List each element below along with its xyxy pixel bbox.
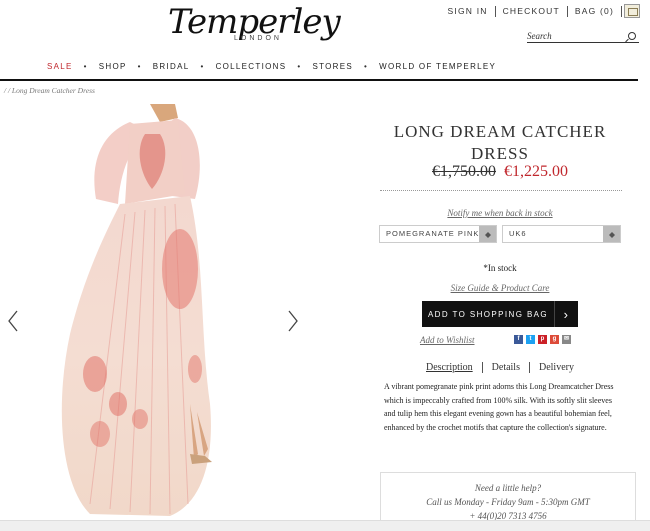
account-links: SIGN IN CHECKOUT BAG (0) (441, 4, 640, 18)
product-image[interactable] (0, 104, 320, 519)
nav-separator: • (137, 62, 142, 71)
select-arrows-icon[interactable] (603, 226, 620, 242)
prev-image-arrow[interactable] (8, 310, 18, 332)
pinterest-icon[interactable]: p (538, 335, 547, 344)
nav-item-stores[interactable]: STORES (312, 62, 353, 71)
color-select[interactable]: POMEGRANATE PINK (379, 225, 497, 243)
tab-delivery[interactable]: Delivery (528, 362, 583, 373)
sale-price: €1,225.00 (504, 163, 568, 180)
tab-details[interactable]: Details (481, 362, 529, 373)
stock-status: *In stock (483, 263, 517, 273)
nav-separator: • (83, 62, 88, 71)
select-arrows-icon[interactable] (479, 226, 496, 242)
sign-in-link[interactable]: SIGN IN (441, 5, 496, 17)
add-to-bag-button[interactable]: ADD TO SHOPPING BAG › (422, 301, 578, 327)
email-icon[interactable]: ✉ (562, 335, 571, 344)
add-to-bag-label: ADD TO SHOPPING BAG (427, 309, 549, 319)
color-select-value: POMEGRANATE PINK (386, 229, 480, 238)
size-guide-link[interactable]: Size Guide & Product Care (382, 283, 618, 293)
dress-illustration (61, 104, 212, 516)
main-nav: SALE • SHOP • BRIDAL • COLLECTIONS • STO… (47, 62, 496, 71)
nav-item-collections[interactable]: COLLECTIONS (216, 62, 287, 71)
nav-item-bridal[interactable]: BRIDAL (153, 62, 190, 71)
bottom-bar (0, 520, 650, 531)
next-image-arrow[interactable] (288, 310, 298, 332)
original-price: €1,750.00 (432, 163, 496, 180)
facebook-icon[interactable]: f (514, 335, 523, 344)
size-select[interactable]: UK6 (502, 225, 621, 243)
search-input[interactable]: Search (527, 31, 552, 41)
tab-description[interactable]: Description (417, 362, 482, 373)
checkout-link[interactable]: CHECKOUT (496, 5, 568, 17)
google-plus-icon[interactable]: g (550, 335, 559, 344)
help-heading: Need a little help? (474, 483, 542, 493)
price-block: €1,750.00 €1,225.00 (382, 163, 618, 181)
price-divider (380, 190, 622, 191)
nav-separator: • (297, 62, 302, 71)
product-description: A vibrant pomegranate pink print adorns … (384, 382, 614, 432)
nav-item-world-of-temperley[interactable]: WORLD OF TEMPERLEY (379, 62, 496, 71)
search-icon[interactable] (628, 32, 636, 40)
chevron-right-icon: › (554, 301, 578, 327)
twitter-icon[interactable]: t (526, 335, 535, 344)
header-divider (0, 79, 638, 81)
notify-link[interactable]: Notify me when back in stock (382, 208, 618, 218)
product-title: LONG DREAM CATCHER DRESS (393, 122, 607, 163)
nav-separator: • (364, 62, 369, 71)
nav-separator: • (200, 62, 205, 71)
bag-icon[interactable] (624, 4, 640, 18)
breadcrumb[interactable]: / / Long Dream Catcher Dress (4, 86, 95, 95)
add-to-wishlist-link[interactable]: Add to Wishlist (420, 335, 475, 345)
help-hours: Call us Monday - Friday 9am - 5:30pm GMT (426, 497, 590, 507)
search-field[interactable]: Search (527, 30, 639, 43)
social-share: f t p g ✉ (514, 335, 571, 344)
size-select-value: UK6 (509, 229, 527, 238)
product-tabs: Description Details Delivery (382, 362, 618, 373)
nav-item-shop[interactable]: SHOP (99, 62, 127, 71)
bag-link[interactable]: BAG (0) (568, 5, 622, 17)
nav-item-sale[interactable]: SALE (47, 62, 73, 71)
brand-logo[interactable]: Temperley LONDON (168, 2, 341, 42)
